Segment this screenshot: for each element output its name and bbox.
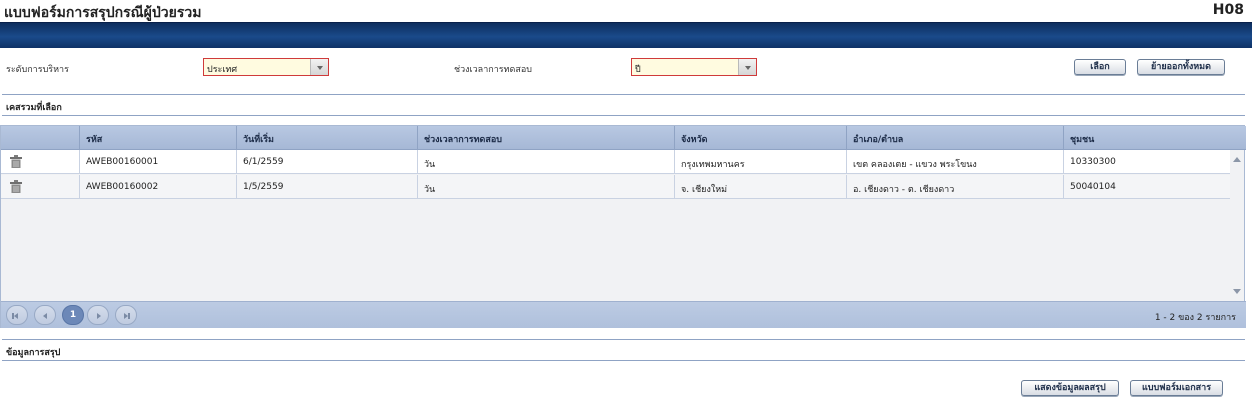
cell-start-date: 6/1/2559 <box>236 150 417 174</box>
column-header[interactable]: จังหวัด <box>674 126 846 149</box>
cell-district: เขต คลองเตย - แขวง พระโขนง <box>846 150 1063 174</box>
header-banner <box>0 22 1252 48</box>
cell-period: วัน <box>417 150 674 174</box>
admin-level-select[interactable]: ประเทศ <box>203 58 329 76</box>
cell-province: กรุงเทพมหานคร <box>674 150 846 174</box>
section-title: เคสรวมที่เลือก <box>6 103 62 113</box>
admin-level-value: ประเทศ <box>207 65 238 75</box>
title-bar: แบบฟอร์มการสรุปกรณีผู้ป่วยรวม H08 <box>0 0 1252 22</box>
vertical-scrollbar[interactable] <box>1230 150 1244 301</box>
show-summary-button[interactable]: แสดงข้อมูลผลสรุป <box>1021 380 1119 396</box>
period-label: ช่วงเวลาการทดสอบ <box>454 65 532 75</box>
cell-code: AWEB00160001 <box>79 150 236 174</box>
cell-period: วัน <box>417 175 674 199</box>
cases-grid: รหัส วันที่เริ่ม ช่วงเวลาการทดสอบ จังหวั… <box>0 125 1246 328</box>
period-select[interactable]: ปี <box>631 58 757 76</box>
remove-all-button[interactable]: ย้ายออกทั้งหมด <box>1137 59 1225 75</box>
last-page-icon[interactable] <box>115 305 137 325</box>
cell-community: 50040104 <box>1063 175 1232 199</box>
trash-icon[interactable] <box>10 155 22 168</box>
cell-province: จ. เชียงใหม่ <box>674 175 846 199</box>
column-header[interactable]: รหัส <box>79 126 236 149</box>
trash-icon[interactable] <box>10 180 22 193</box>
column-header[interactable]: ช่วงเวลาการทดสอบ <box>417 126 674 149</box>
chevron-down-icon[interactable] <box>310 59 328 75</box>
scroll-down-icon[interactable] <box>1233 289 1241 294</box>
page-title: แบบฟอร์มการสรุปกรณีผู้ป่วยรวม <box>4 5 202 21</box>
cell-code: AWEB00160002 <box>79 175 236 199</box>
cell-community: 10330300 <box>1063 150 1232 174</box>
column-header[interactable]: อำเภอ/ตำบล <box>846 126 1063 149</box>
pager: 1 1 - 2 ของ 2 รายการ <box>1 301 1246 328</box>
prev-page-icon[interactable] <box>34 305 56 325</box>
select-button[interactable]: เลือก <box>1074 59 1126 75</box>
cell-start-date: 1/5/2559 <box>236 175 417 199</box>
cell-district: อ. เชียงดาว - ต. เชียงดาว <box>846 175 1063 199</box>
summary-section: ข้อมูลการสรุป <box>2 339 1245 361</box>
next-page-icon[interactable] <box>87 305 109 325</box>
table-row[interactable]: AWEB00160002 1/5/2559 วัน จ. เชียงใหม่ อ… <box>1 175 1232 199</box>
form-code: H08 <box>1212 2 1244 18</box>
chevron-down-icon[interactable] <box>738 59 756 75</box>
section-title: ข้อมูลการสรุป <box>6 348 61 358</box>
grid-header: รหัส วันที่เริ่ม ช่วงเวลาการทดสอบ จังหวั… <box>1 126 1246 150</box>
selected-cases-section: เคสรวมที่เลือก <box>2 94 1245 116</box>
pager-summary: 1 - 2 ของ 2 รายการ <box>1154 313 1236 323</box>
document-form-button[interactable]: แบบฟอร์มเอกสาร <box>1130 380 1223 396</box>
first-page-icon[interactable] <box>6 305 28 325</box>
column-header[interactable]: วันที่เริ่ม <box>236 126 417 149</box>
scroll-up-icon[interactable] <box>1233 157 1241 162</box>
current-page-button[interactable]: 1 <box>62 305 84 325</box>
admin-level-label: ระดับการบริหาร <box>6 65 69 75</box>
column-header[interactable]: ชุมชน <box>1063 126 1246 149</box>
table-row[interactable]: AWEB00160001 6/1/2559 วัน กรุงเทพมหานคร … <box>1 150 1232 174</box>
period-value: ปี <box>635 65 641 75</box>
